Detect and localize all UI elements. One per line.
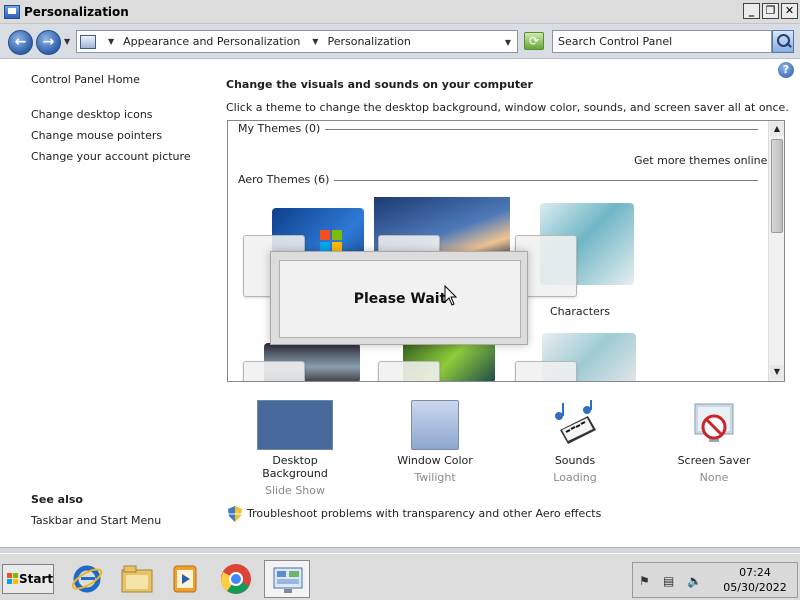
window-color-label: Window Color (397, 454, 473, 467)
media-player-icon[interactable] (168, 562, 202, 596)
desktop-background-value: Slide Show (264, 484, 326, 497)
control-panel-home-link[interactable]: Control Panel Home (31, 73, 140, 86)
chevron-down-icon[interactable]: ▼ (108, 37, 114, 46)
taskbar-start-menu-link[interactable]: Taskbar and Start Menu (31, 514, 161, 527)
screen-saver-icon (694, 403, 734, 442)
screen-saver-value: None (699, 471, 729, 484)
back-button[interactable]: ← (8, 30, 33, 55)
personalization-window-icon (4, 4, 20, 19)
minimize-button[interactable]: _ (743, 3, 760, 19)
change-desktop-icons-link[interactable]: Change desktop icons (31, 108, 153, 121)
theme-name-characters: Characters (550, 305, 611, 318)
sounds-value: Loading (553, 471, 597, 484)
start-label: Start (19, 572, 54, 586)
maximize-button[interactable]: ❐ (762, 3, 779, 19)
control-panel-icon (273, 567, 303, 593)
scroll-up-icon[interactable]: ▲ (770, 122, 784, 136)
close-button[interactable]: ✕ (781, 3, 798, 19)
forward-button[interactable]: → (36, 30, 61, 55)
search-input[interactable]: Search Control Panel (552, 30, 772, 53)
chevron-down-icon[interactable]: ▼ (312, 37, 318, 46)
sounds-label: Sounds (554, 454, 596, 467)
taskbar-active-window[interactable] (264, 560, 310, 598)
desktop-background-icon (257, 400, 333, 450)
theme-card (378, 361, 440, 381)
screen-saver-setting[interactable]: Screen Saver None (666, 400, 762, 484)
get-more-themes-link[interactable]: Get more themes online (634, 154, 767, 167)
title-bar: Personalization _ ❐ ✕ (0, 0, 800, 24)
windows-flag-icon (7, 573, 18, 584)
troubleshoot-aero-link[interactable]: Troubleshoot problems with transparency … (247, 507, 601, 520)
control-panel-icon (80, 34, 96, 49)
taskbar: Start ⚑ ▤ 🔈 07:24 05/30/2022 (0, 553, 800, 600)
search-icon[interactable] (772, 30, 794, 53)
breadcrumb[interactable]: ▼ Appearance and Personalization ▼ Perso… (76, 30, 518, 53)
theme-card (515, 361, 577, 381)
page-description: Click a theme to change the desktop back… (226, 101, 789, 114)
divider (316, 129, 758, 130)
breadcrumb-appearance[interactable]: Appearance and Personalization (123, 35, 300, 48)
clock-time: 07:24 (739, 566, 771, 579)
my-themes-group-label: My Themes (0) (238, 122, 326, 135)
address-dropdown-icon[interactable]: ▼ (505, 38, 511, 47)
clock[interactable]: 07:24 05/30/2022 (719, 565, 791, 595)
volume-icon[interactable]: 🔈 (687, 574, 702, 588)
chrome-icon[interactable] (219, 562, 253, 596)
aero-themes-group-label: Aero Themes (6) (238, 173, 335, 186)
please-wait-dialog: Please Wait (270, 251, 528, 345)
window-color-value: Twilight (414, 471, 456, 484)
page-title: Change the visuals and sounds on your co… (226, 78, 533, 91)
breadcrumb-personalization[interactable]: Personalization (327, 35, 410, 48)
scroll-thumb[interactable] (771, 139, 783, 233)
window-color-icon (411, 400, 459, 450)
screen-saver-label: Screen Saver (677, 454, 751, 467)
please-wait-message: Please Wait (279, 260, 521, 338)
task-pane: Control Panel Home Change desktop icons … (0, 60, 212, 547)
desktop-background-setting[interactable]: Desktop Background Slide Show (238, 400, 352, 497)
action-center-flag-icon[interactable]: ⚑ (639, 574, 650, 588)
start-button[interactable]: Start (2, 564, 54, 594)
explorer-icon[interactable] (120, 562, 154, 596)
shield-icon (228, 506, 242, 522)
clock-date: 05/30/2022 (723, 581, 787, 594)
divider (328, 180, 758, 181)
window-controls: _ ❐ ✕ (743, 3, 798, 19)
system-tray: ⚑ ▤ 🔈 07:24 05/30/2022 (632, 562, 798, 598)
sounds-setting[interactable]: Sounds Loading (530, 400, 620, 484)
theme-card (243, 361, 305, 381)
theme-list-scrollbar[interactable]: ▲ ▼ (768, 121, 784, 381)
refresh-button[interactable]: ⟳ (524, 32, 544, 50)
window-title: Personalization (24, 4, 129, 19)
address-bar: ← → ▼ ▼ Appearance and Personalization ▼… (0, 24, 800, 59)
desktop-background-label: Desktop Background (262, 454, 328, 480)
internet-explorer-icon[interactable] (70, 562, 104, 596)
scroll-down-icon[interactable]: ▼ (770, 365, 784, 379)
sounds-icon (555, 400, 596, 444)
change-mouse-pointers-link[interactable]: Change mouse pointers (31, 129, 162, 142)
network-icon[interactable]: ▤ (663, 574, 674, 588)
mouse-pointer-icon (444, 285, 458, 306)
recent-pages-dropdown-icon[interactable]: ▼ (64, 37, 70, 46)
window-color-setting[interactable]: Window Color Twilight (385, 400, 485, 484)
see-also-heading: See also (31, 493, 83, 506)
change-account-picture-link[interactable]: Change your account picture (31, 150, 191, 163)
help-icon[interactable]: ? (778, 62, 794, 78)
